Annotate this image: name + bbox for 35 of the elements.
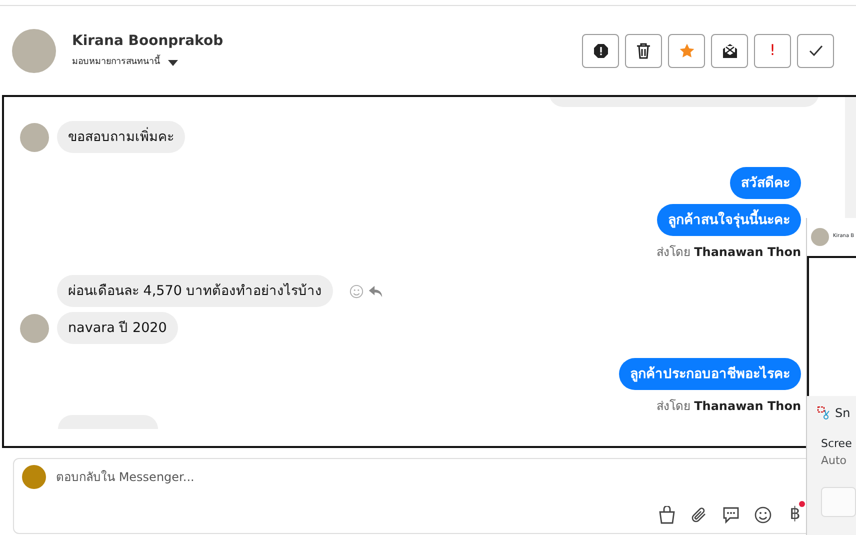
message-bubble: ลูกค้าประกอบอาชีพอะไรคะ [619,358,801,390]
scissors-icon [817,406,831,420]
avatar [12,28,56,72]
contact-name: Kirana Boonprakob [72,32,224,52]
done-button[interactable] [797,34,834,68]
assign-label[interactable]: มอบหมายการสนทนานี้ [72,56,160,70]
message-bubble: ขอสอบถามเพิ่มคะ [57,121,185,153]
avatar [22,465,46,489]
chat-icon [722,506,740,524]
reply-input[interactable]: ตอบกลับใน Messenger... [54,467,454,487]
spam-button[interactable] [582,34,619,68]
envelope-icon [722,42,738,58]
message-bubble: ลูกค้าสนใจรุ่นนี้นะคะ [657,204,801,236]
warning-icon [592,42,608,58]
message-bubble: ผ่อนเดือนละ 4,570 บาทต้องทำอย่างไรบ้าง [57,275,334,307]
paperclip-icon [690,506,708,524]
important-button[interactable]: ! [754,34,791,68]
notification-title: Scree [820,436,853,452]
reply-icon[interactable] [368,284,384,298]
mail-button[interactable] [711,34,748,68]
delete-button[interactable] [625,34,662,68]
sender-label: ส่งโดย Thanawan Thon [655,244,801,261]
avatar [811,228,829,246]
app-name: Sn [835,405,850,422]
check-icon [808,44,822,56]
star-button[interactable] [668,34,705,68]
dropdown-caret-icon[interactable] [168,60,178,66]
notification-text: Auto [820,452,848,468]
bag-icon [658,506,676,524]
trash-icon [636,42,651,58]
sender-label: ส่งโดย Thanawan Thon [655,398,801,415]
message-bubble: navara ปี 2020 [57,312,178,344]
message-bubble: สวัสดีคะ [730,167,801,199]
star-icon [678,42,694,58]
emoji-icon [754,506,772,524]
